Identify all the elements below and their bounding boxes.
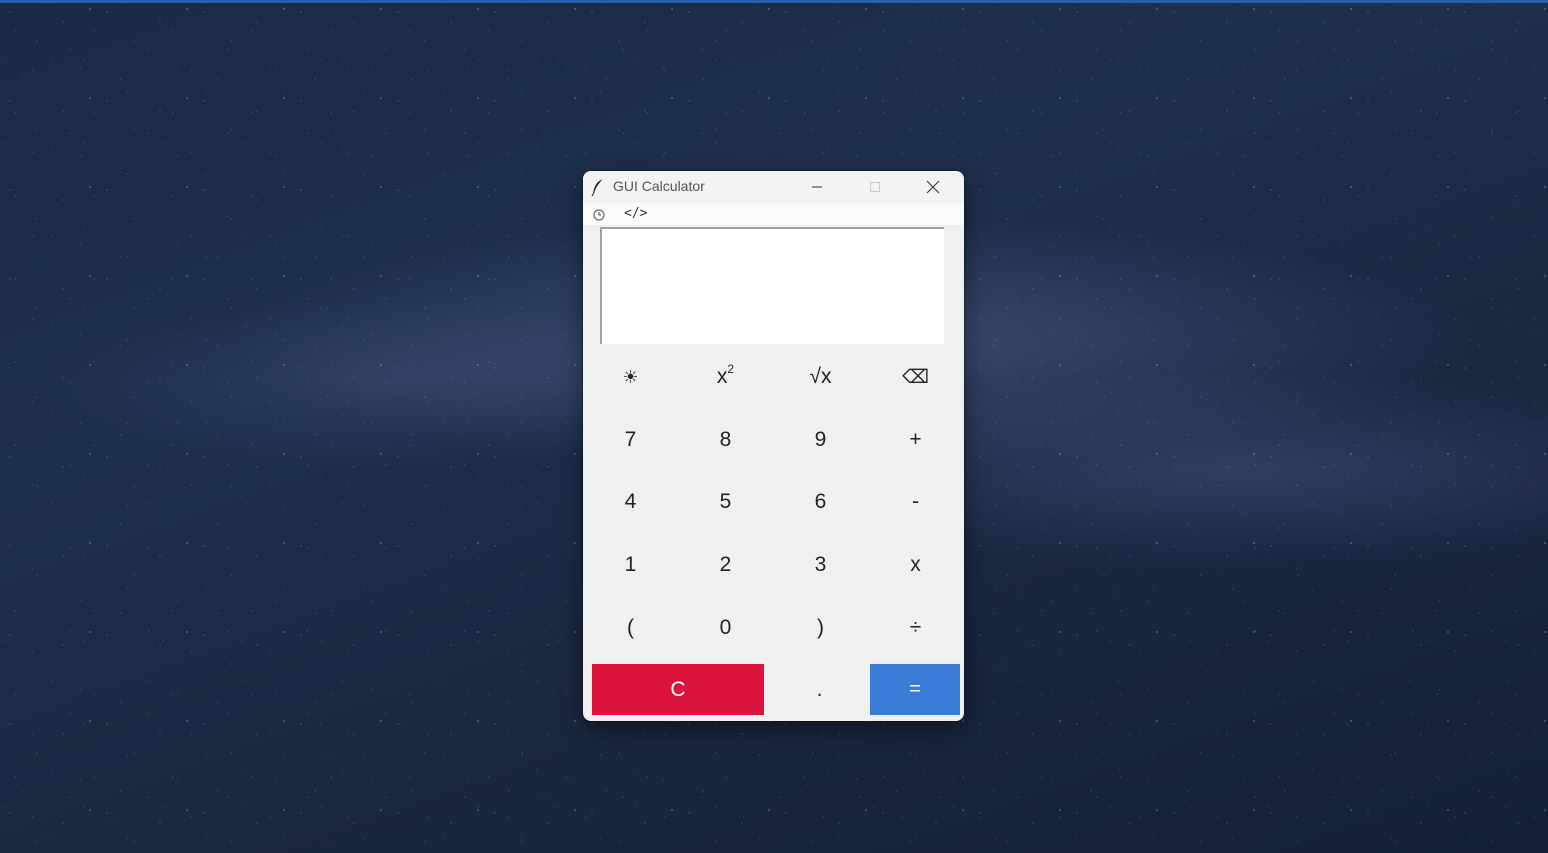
feather-icon [591, 178, 604, 196]
multiply-button[interactable]: x [868, 534, 963, 596]
close-icon [926, 180, 940, 194]
theme-toggle-button[interactable]: ☀ [583, 346, 678, 408]
close-paren-button[interactable]: ) [773, 597, 868, 659]
window-title: GUI Calculator [613, 178, 705, 194]
sqrt-label: √x [809, 365, 832, 388]
code-menu-item[interactable]: </> [624, 206, 647, 221]
clear-button[interactable]: C [592, 664, 764, 715]
digit-1-button[interactable]: 1 [583, 534, 678, 596]
square-button[interactable]: x2 [678, 346, 773, 408]
minimize-button[interactable] [788, 171, 846, 203]
digit-9-button[interactable]: 9 [773, 409, 868, 471]
digit-3-button[interactable]: 3 [773, 534, 868, 596]
result-display[interactable] [600, 227, 944, 344]
top-edge-strip [0, 0, 1548, 3]
decimal-point-button[interactable]: . [772, 664, 867, 715]
digit-8-button[interactable]: 8 [678, 409, 773, 471]
add-button[interactable]: + [868, 409, 963, 471]
close-button[interactable] [904, 171, 962, 203]
subtract-button[interactable]: - [868, 471, 963, 533]
digit-6-button[interactable]: 6 [773, 471, 868, 533]
sun-icon: ☀ [622, 366, 639, 387]
history-icon[interactable] [591, 207, 607, 223]
equals-button[interactable]: = [870, 664, 960, 715]
sqrt-button[interactable]: √x [773, 346, 868, 408]
menu-bar: </> [583, 203, 964, 225]
divide-button[interactable]: ÷ [868, 597, 963, 659]
digit-7-button[interactable]: 7 [583, 409, 678, 471]
backspace-icon: ⌫ [902, 366, 929, 388]
square-label: x2 [716, 362, 735, 388]
digit-4-button[interactable]: 4 [583, 471, 678, 533]
backspace-button[interactable]: ⌫ [868, 346, 963, 408]
calculator-window: GUI Calculator </> ☀ x2 √x ⌫ 7 8 9 + 4 5… [583, 171, 964, 721]
digit-5-button[interactable]: 5 [678, 471, 773, 533]
desktop-background: GUI Calculator </> ☀ x2 √x ⌫ 7 8 9 + 4 5… [0, 0, 1548, 853]
maximize-button[interactable] [846, 171, 904, 203]
title-bar[interactable]: GUI Calculator [583, 171, 964, 203]
digit-0-button[interactable]: 0 [678, 597, 773, 659]
maximize-icon [870, 182, 880, 192]
minimize-icon [812, 186, 822, 188]
open-paren-button[interactable]: ( [583, 597, 678, 659]
digit-2-button[interactable]: 2 [678, 534, 773, 596]
